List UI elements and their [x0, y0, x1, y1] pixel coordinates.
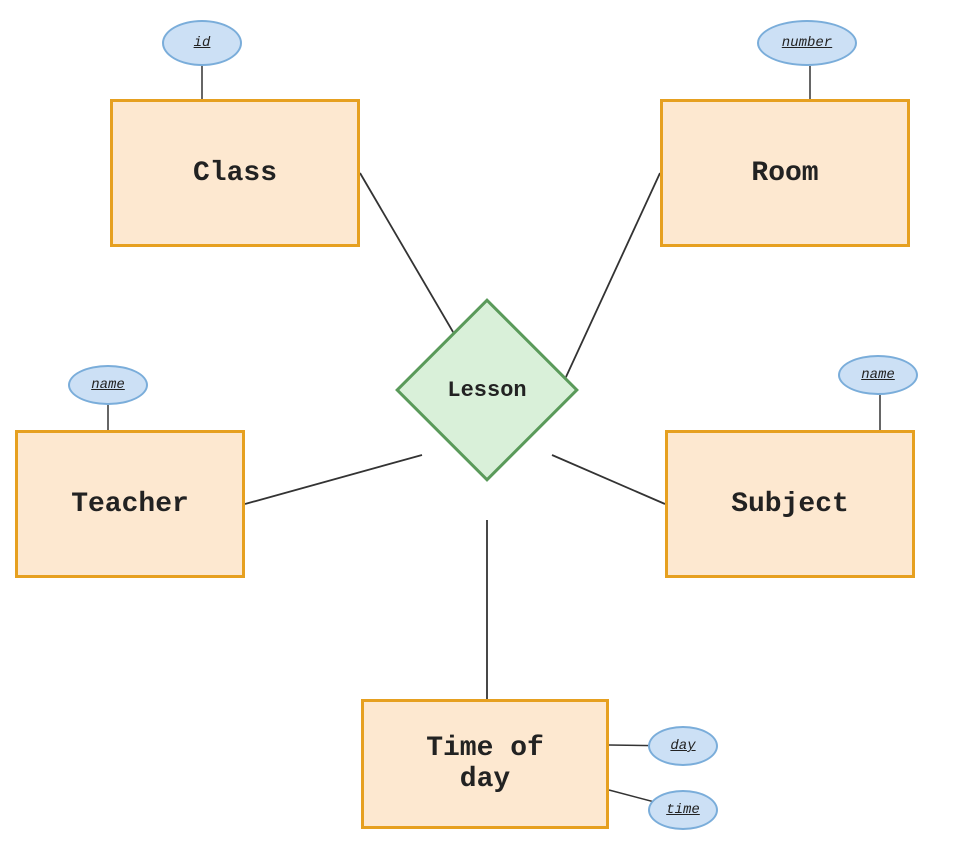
room-label: Room [751, 158, 818, 189]
room-number-attr: number [757, 20, 857, 66]
tod-day-attr: day [648, 726, 718, 766]
lesson-label: Lesson [422, 325, 552, 455]
timeofday-entity: Time of day [361, 699, 609, 829]
class-id-attr: id [162, 20, 242, 66]
teacher-name-label: name [91, 377, 125, 393]
room-number-label: number [782, 35, 832, 51]
timeofday-label: Time of day [426, 733, 544, 795]
subject-label: Subject [731, 489, 849, 520]
subject-name-attr: name [838, 355, 918, 395]
class-label: Class [193, 158, 277, 189]
teacher-entity: Teacher [15, 430, 245, 578]
class-id-label: id [194, 35, 211, 51]
tod-day-label: day [670, 738, 695, 754]
teacher-label: Teacher [71, 489, 189, 520]
class-entity: Class [110, 99, 360, 247]
room-entity: Room [660, 99, 910, 247]
er-diagram: Class Room Teacher Subject Time of day L… [0, 0, 962, 844]
subject-entity: Subject [665, 430, 915, 578]
tod-time-attr: time [648, 790, 718, 830]
subject-name-label: name [861, 367, 895, 383]
lesson-relationship: Lesson [422, 325, 552, 455]
tod-time-label: time [666, 802, 700, 818]
teacher-name-attr: name [68, 365, 148, 405]
